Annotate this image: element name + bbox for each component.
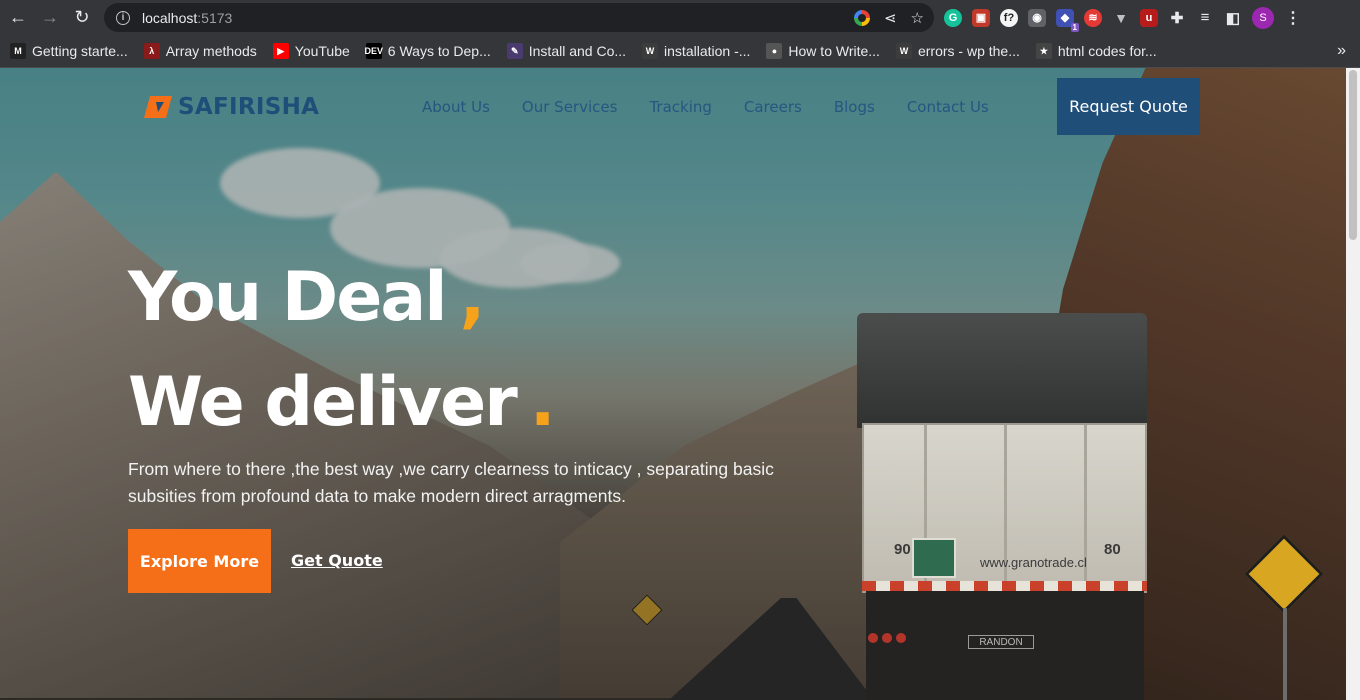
page-viewport: 90 80 www.granotrade.cl RANDON SAFIRISHA… bbox=[0, 68, 1346, 700]
bookmark-item[interactable]: DEV 6 Ways to Dep... bbox=[365, 43, 491, 59]
menu-kebab-icon[interactable]: ⋮ bbox=[1284, 9, 1302, 27]
extension-icon[interactable]: ≋ bbox=[1084, 8, 1102, 27]
bookmark-label: errors - wp the... bbox=[917, 43, 1020, 59]
truck-lights bbox=[868, 633, 906, 643]
main-nav: About Us Our Services Tracking Careers Blogs… bbox=[422, 98, 989, 116]
bookmark-label: Getting starte... bbox=[32, 43, 128, 59]
grammarly-extension-icon[interactable]: G bbox=[944, 8, 962, 27]
camera-extension-icon[interactable]: ◉ bbox=[1028, 8, 1046, 27]
side-panel-icon[interactable]: ◧ bbox=[1224, 9, 1242, 27]
address-bar[interactable]: i localhost:5173 ⋖ ☆ bbox=[104, 3, 934, 32]
scrollbar-thumb[interactable] bbox=[1349, 70, 1357, 240]
bookmark-favicon-icon: ● bbox=[766, 43, 783, 59]
vue-devtools-icon[interactable]: ▼ bbox=[1112, 9, 1130, 27]
puzzle-extensions-icon[interactable]: ✚ bbox=[1168, 9, 1186, 27]
bookmark-label: Install and Co... bbox=[528, 43, 627, 59]
bookmark-favicon-icon: W bbox=[642, 43, 659, 59]
bookmark-item[interactable]: M Getting starte... bbox=[10, 43, 128, 59]
bookmark-item[interactable]: ▶ YouTube bbox=[272, 43, 350, 59]
browser-toolbar: ← → ↻ i localhost:5173 ⋖ ☆ G ▣ f? ◉ ◆ 1 ≋… bbox=[0, 0, 1360, 35]
bookmark-favicon-icon: ✎ bbox=[506, 43, 523, 59]
bookmark-label: 6 Ways to Dep... bbox=[387, 43, 491, 59]
bookmark-item[interactable]: Werrors - wp the... bbox=[895, 43, 1020, 59]
truck-tarp bbox=[857, 313, 1147, 428]
reading-list-icon[interactable]: ≡ bbox=[1196, 9, 1214, 27]
nav-link-about-us[interactable]: About Us bbox=[422, 98, 490, 116]
bookmark-favicon-icon: W bbox=[895, 43, 912, 59]
hero-accent-comma: , bbox=[459, 258, 486, 337]
extension-badge-icon[interactable]: ◆ 1 bbox=[1056, 8, 1079, 32]
truck-left-number: 90 bbox=[894, 541, 911, 558]
explore-more-button[interactable]: Explore More bbox=[128, 529, 271, 593]
bookmark-item[interactable]: ✎ Install and Co... bbox=[506, 43, 627, 59]
extension-icon[interactable]: ▣ bbox=[972, 8, 990, 27]
hero-title-text: You Deal bbox=[128, 258, 448, 337]
page-scrollbar[interactable] bbox=[1346, 68, 1360, 700]
extension-badge: 1 bbox=[1070, 22, 1079, 32]
logo-mark-icon bbox=[144, 96, 172, 118]
bookmarks-bar: M Getting starte... λ Array methods ▶ YouTube… bbox=[0, 35, 1360, 68]
bookmark-favicon-icon: ★ bbox=[1035, 43, 1052, 59]
hero-title-line-2: We deliver. bbox=[128, 363, 556, 442]
bookmark-favicon-icon: M bbox=[10, 43, 26, 59]
google-lens-icon[interactable] bbox=[853, 9, 870, 26]
more-bookmarks-icon[interactable]: » bbox=[1337, 42, 1346, 60]
truck-plate: RANDON bbox=[968, 635, 1034, 649]
bookmark-item[interactable]: ★ html codes for... bbox=[1035, 43, 1157, 59]
truck-logo bbox=[912, 538, 956, 578]
bookmark-label: YouTube bbox=[294, 43, 350, 59]
back-arrow-icon[interactable]: ← bbox=[2, 2, 34, 34]
address-url[interactable]: localhost:5173 bbox=[142, 10, 232, 26]
hero-title-line-1: You Deal, bbox=[128, 258, 486, 337]
site-header: SAFIRISHA About Us Our Services Tracking Ca… bbox=[0, 68, 1346, 148]
bookmark-favicon-icon: ▶ bbox=[272, 43, 289, 59]
hero-accent-dot: . bbox=[529, 363, 556, 442]
nav-link-contact-us[interactable]: Contact Us bbox=[907, 98, 989, 116]
nav-link-tracking[interactable]: Tracking bbox=[649, 98, 711, 116]
site-info-icon[interactable]: i bbox=[116, 10, 130, 25]
site-logo[interactable]: SAFIRISHA bbox=[144, 94, 319, 120]
profile-avatar[interactable]: S bbox=[1252, 6, 1274, 29]
road-sign-pole bbox=[1283, 608, 1287, 700]
request-quote-button[interactable]: Request Quote bbox=[1057, 78, 1200, 135]
hero-description: From where to there ,the best way ,we ca… bbox=[128, 459, 774, 506]
bookmark-item[interactable]: λ Array methods bbox=[143, 43, 257, 59]
truck-right-number: 80 bbox=[1104, 541, 1121, 558]
font-extension-icon[interactable]: f? bbox=[1000, 8, 1018, 27]
nav-link-careers[interactable]: Careers bbox=[744, 98, 802, 116]
truck-stripe bbox=[862, 581, 1147, 591]
bookmark-label: Array methods bbox=[165, 43, 257, 59]
ublock-icon[interactable]: u bbox=[1140, 8, 1158, 27]
bookmark-item[interactable]: Winstallation -... bbox=[642, 43, 750, 59]
bookmark-label: How to Write... bbox=[788, 43, 880, 59]
extensions-tray: G ▣ f? ◉ ◆ 1 ≋ ▼ u ✚ ≡ ◧ S ⋮ bbox=[944, 4, 1302, 32]
forward-arrow-icon[interactable]: → bbox=[34, 2, 66, 34]
truck-website: www.granotrade.cl bbox=[980, 555, 1087, 570]
get-quote-link[interactable]: Get Quote bbox=[291, 551, 383, 570]
hero-title-text: We deliver bbox=[128, 363, 518, 442]
logo-text: SAFIRISHA bbox=[178, 94, 320, 120]
bookmark-label: installation -... bbox=[664, 43, 751, 59]
bookmark-favicon-icon: DEV bbox=[365, 43, 383, 59]
nav-link-our-services[interactable]: Our Services bbox=[522, 98, 618, 116]
bookmark-favicon-icon: λ bbox=[143, 43, 160, 59]
reload-icon[interactable]: ↻ bbox=[66, 2, 98, 34]
nav-link-blogs[interactable]: Blogs bbox=[834, 98, 875, 116]
bookmark-item[interactable]: ● How to Write... bbox=[766, 43, 880, 59]
bookmark-star-icon[interactable]: ☆ bbox=[911, 9, 924, 27]
bookmark-label: html codes for... bbox=[1057, 43, 1157, 59]
share-icon[interactable]: ⋖ bbox=[884, 9, 897, 27]
